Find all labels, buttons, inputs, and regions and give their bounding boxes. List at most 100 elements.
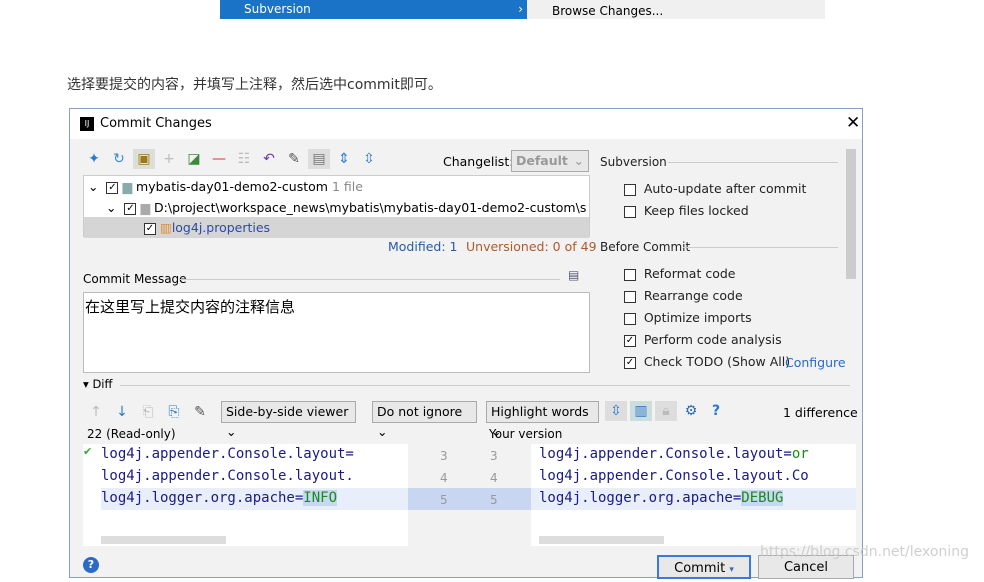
checkbox[interactable] [624,183,636,196]
expand-icon[interactable]: ⌄ [106,200,120,215]
checkbox[interactable]: ✓ [624,334,636,347]
right-title: Your version [489,427,563,441]
checkbox[interactable]: ✓ [124,202,137,215]
collapse-unchanged-icon[interactable]: ⇳ [605,401,627,421]
checkbox[interactable] [624,268,636,281]
show-diff-icon[interactable]: ▤ [308,149,330,169]
chevron-down-icon: ⌄ [573,153,584,168]
close-icon[interactable]: ✕ [846,113,860,133]
tree-node-folder[interactable]: ⌄ ✓ ▆ D:\project\workspace_news\mybatis\m… [106,197,586,218]
option-code-analysis[interactable]: ✓ Perform code analysis [624,332,782,347]
collapse-all-icon[interactable]: ⇳ [358,149,380,169]
sync-scroll-icon[interactable]: ▥ [630,401,652,421]
tree-node-file[interactable]: ✓ ▥log4j.properties [84,217,589,238]
unversioned-count: Unversioned: 0 of 49 [466,239,597,254]
settings-gear-icon[interactable]: ⚙ [680,401,702,421]
code-text: or [791,446,809,462]
highlight-dropdown[interactable]: Highlight words ⌄ [486,401,599,439]
code-text: log4j.appender.Console.layout= [539,446,792,462]
move-icon[interactable]: ◪ [183,149,205,169]
message-history-icon[interactable]: ▤ [568,268,579,282]
option-label: Optimize imports [643,310,752,325]
scrollbar[interactable] [846,149,856,279]
code-line: log4j.appender.Console.layout. [101,468,354,484]
folder-icon: ▆ [140,200,151,215]
code-line: log4j.logger.org.apache=DEBUG [539,490,784,506]
commit-button[interactable]: Commit ▾ [657,555,751,579]
checkbox[interactable] [624,290,636,303]
option-auto-update[interactable]: Auto-update after commit [624,181,806,196]
ignore-dropdown[interactable]: Do not ignore ⌄ [372,401,477,439]
chevron-down-icon: ⌄ [226,424,237,439]
option-check-todo[interactable]: ✓ Check TODO (Show All) [624,354,790,369]
line-number: 3 [440,449,448,463]
divider [683,247,838,248]
menu-label: Subversion [244,2,311,16]
help-icon[interactable]: ? [705,401,727,421]
commit-changes-dialog: IJ Commit Changes ✕ ✦ ↻ ▣ + ◪ — ☷ ↶ ✎ ▤ … [69,108,863,579]
viewer-dropdown[interactable]: Side-by-side viewer ⌄ [221,401,356,439]
prev-file-icon[interactable]: ⎗ [137,402,159,422]
menu-item-browse-changes[interactable]: Browse Changes... [527,0,825,19]
add-icon[interactable]: + [158,149,180,169]
jump-to-source-icon[interactable]: ⎘ [163,402,185,422]
expand-all-icon[interactable]: ⇕ [333,149,355,169]
checkbox[interactable]: ✓ [624,356,636,369]
menu-item-subversion[interactable]: Subversion › [220,0,527,19]
edit-source-icon[interactable]: ✎ [283,149,305,169]
checkbox[interactable]: ✓ [106,181,119,194]
dropdown-arrow-icon[interactable]: ▾ [729,565,734,575]
edit-icon[interactable]: ✎ [189,402,211,422]
commit-label: Commit [674,561,726,576]
rollback-icon[interactable]: ↶ [258,149,280,169]
modified-count: Modified: 1 [388,239,458,254]
option-reformat[interactable]: Reformat code [624,266,735,281]
changed-word: DEBUG [741,490,784,506]
option-optimize-imports[interactable]: Optimize imports [624,310,752,325]
h-scrollbar[interactable] [539,536,664,544]
changed-line-bg [408,488,531,510]
checkbox[interactable]: ✓ [144,222,156,235]
code-line: log4j.logger.org.apache=INFO [101,490,338,506]
gutter: 3 3 4 4 5 5 [408,444,531,546]
prev-diff-icon[interactable]: ↑ [85,402,107,422]
diff-header[interactable]: ▾ Diff [83,377,112,391]
submenu-arrow-icon: › [518,2,523,16]
changelist-value: Default [516,153,568,168]
watermark: https://blog.csdn.net/lexoning [760,544,969,560]
remove-icon[interactable]: — [208,149,230,169]
checkbox[interactable] [624,205,636,218]
option-label: Rearrange code [643,288,743,303]
intellij-icon: IJ [80,117,94,131]
next-diff-icon[interactable]: ↓ [111,402,133,422]
option-label: Check TODO (Show All) [643,354,791,369]
unversioned-icon[interactable]: ▣ [133,149,155,169]
changelist-dropdown[interactable]: Default ⌄ [511,150,589,172]
right-editor[interactable]: log4j.appender.Console.layout=or log4j.a… [531,444,856,546]
option-rearrange[interactable]: Rearrange code [624,288,743,303]
code-line: log4j.appender.Console.layout= [101,446,354,462]
expand-icon[interactable]: ⌄ [88,179,102,194]
tree-node-root[interactable]: ⌄ ✓ ▆ mybatis-day01-demo2-custom 1 file [88,176,363,197]
refresh-icon[interactable]: ↻ [108,149,130,169]
dialog-title: Commit Changes [100,116,212,131]
configure-link[interactable]: Configure [785,355,846,370]
checkbox[interactable] [624,312,636,325]
option-keep-locked[interactable]: Keep files locked [624,203,749,218]
file-name: log4j.properties [171,220,271,235]
group-icon[interactable]: ☷ [233,149,255,169]
divider [120,385,850,386]
viewer-value: Side-by-side viewer [226,404,349,419]
code-text: log4j.logger.org.apache= [101,490,304,506]
h-scrollbar[interactable] [101,536,226,544]
commit-message-input[interactable]: 在这里写上提交内容的注释信息 [83,292,590,373]
code-text: log4j.logger.org.apache= [539,490,742,506]
properties-file-icon: ▥ [160,220,172,235]
check-icon: ✔ [83,445,93,458]
option-label: Reformat code [643,266,736,281]
lock-icon[interactable]: 🔒︎ [655,401,677,421]
line-number: 3 [490,449,498,463]
option-label: Perform code analysis [643,332,782,347]
left-editor[interactable]: ✔ log4j.appender.Console.layout= log4j.a… [83,444,408,546]
refresh-diff-icon[interactable]: ✦ [83,149,105,169]
